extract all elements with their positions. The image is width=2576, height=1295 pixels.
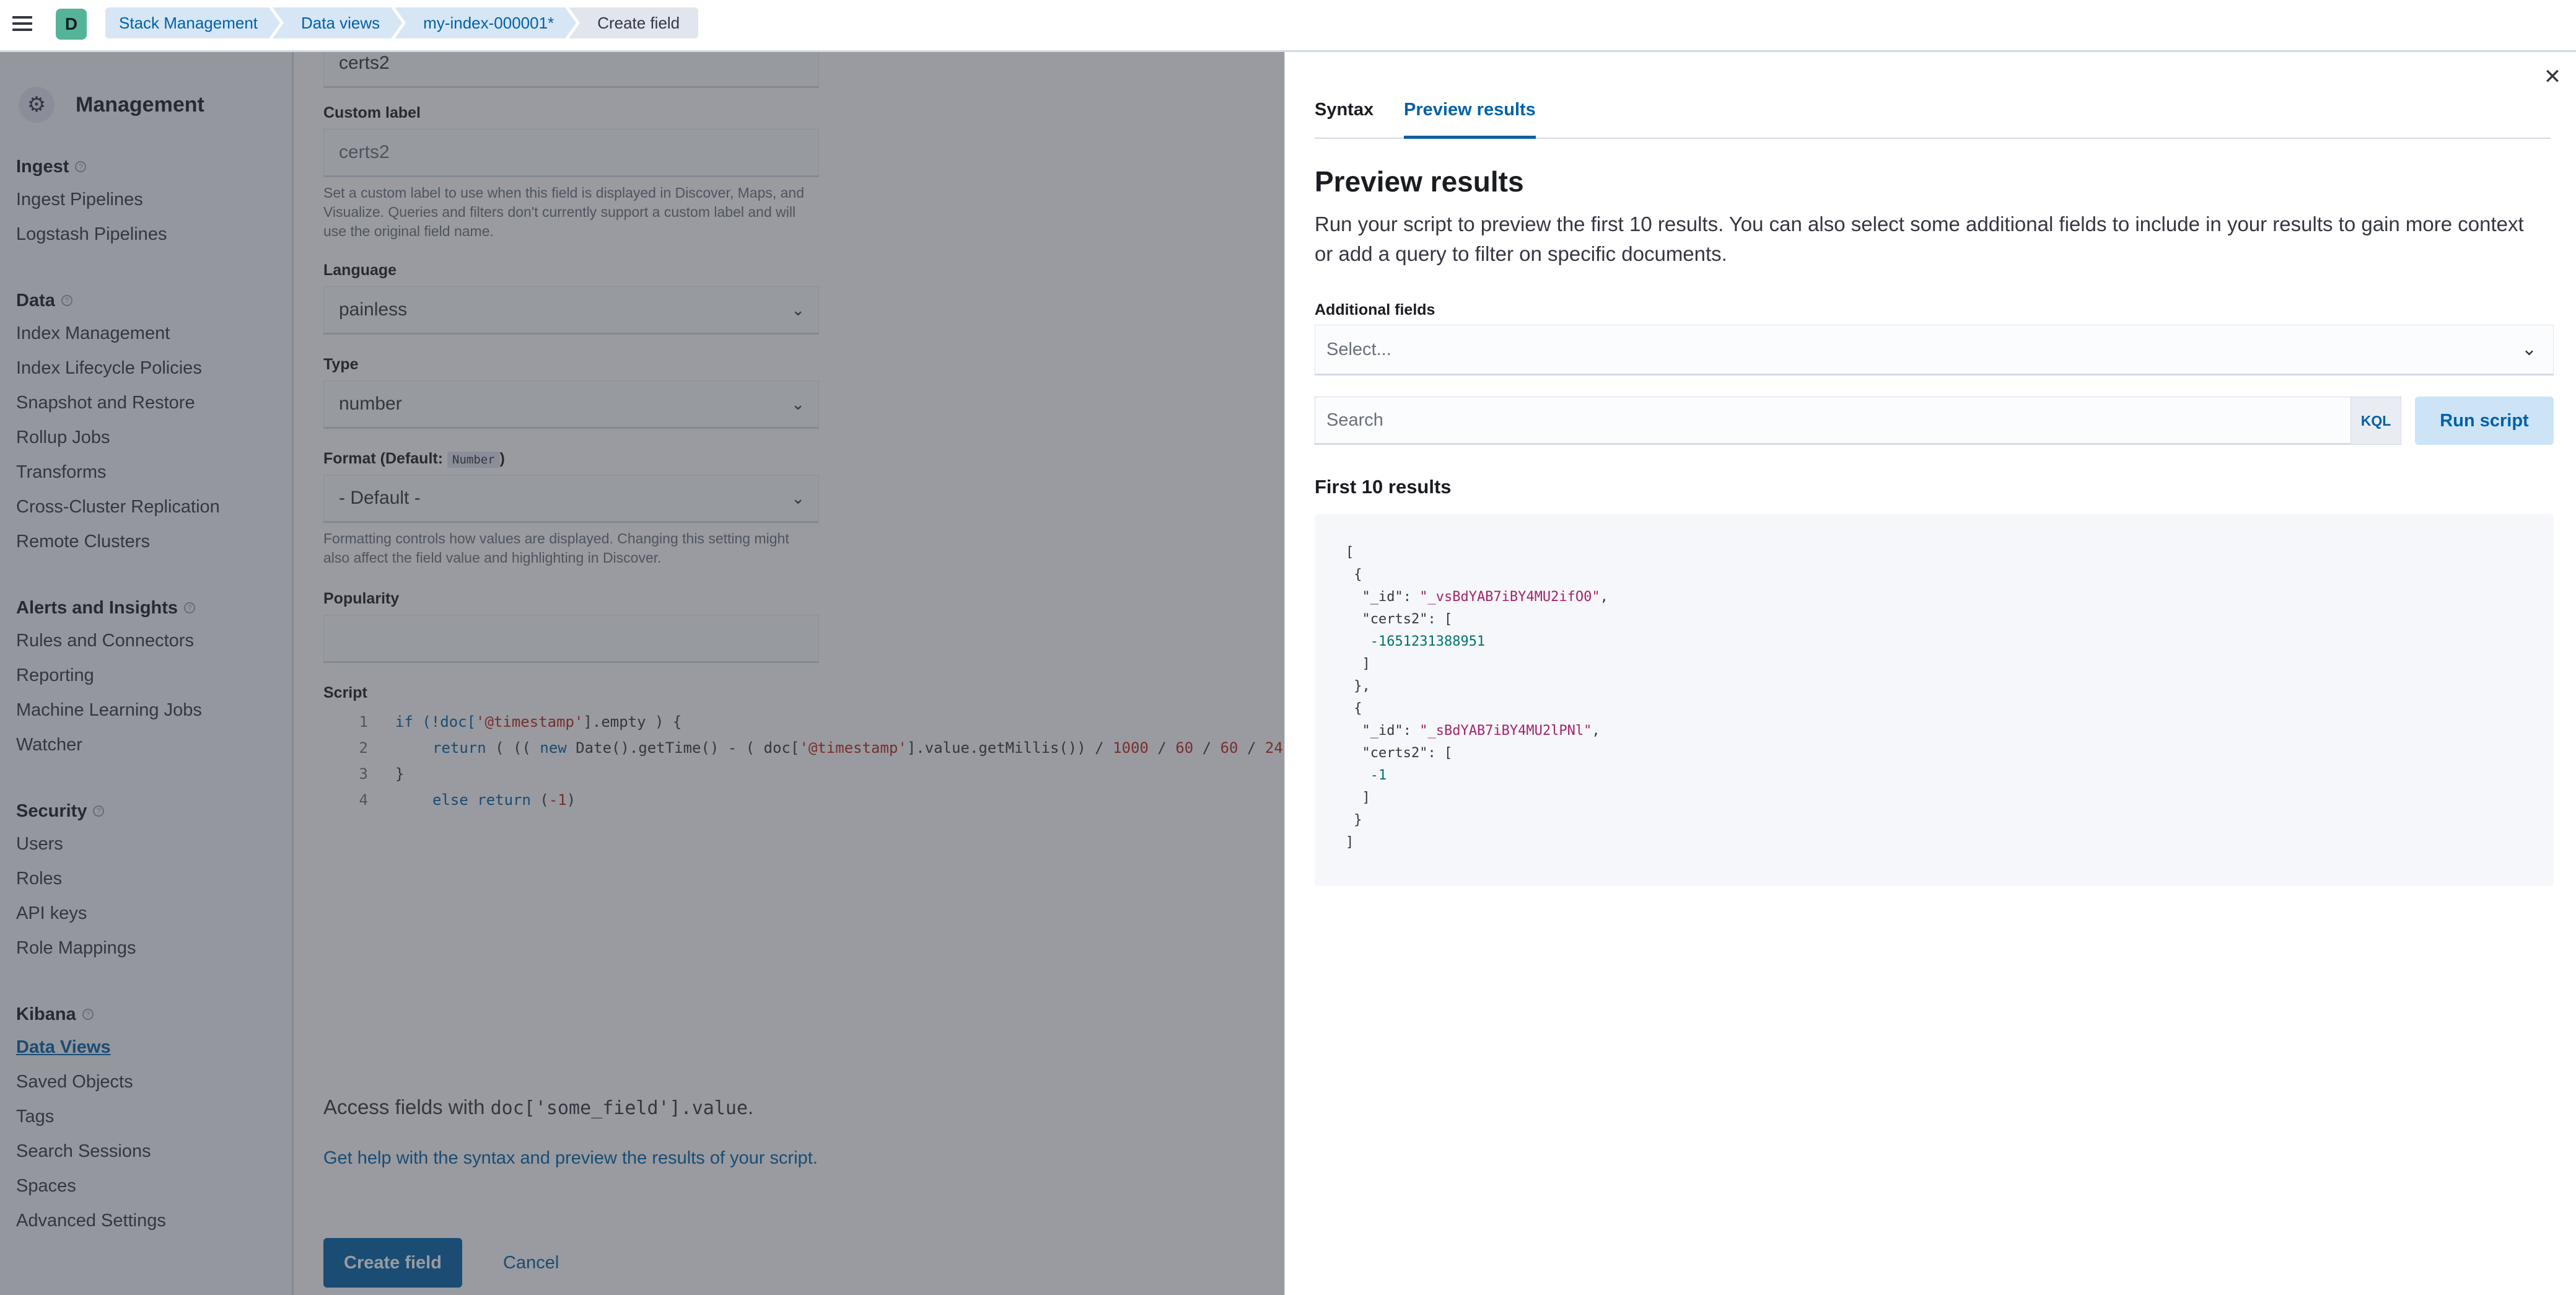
kql-toggle-button[interactable]: KQL <box>2350 397 2401 445</box>
additional-fields-label: Additional fields <box>1315 301 1435 318</box>
result-id: "_vsBdYAB7iBY4MU2ifO0" <box>1419 589 1600 605</box>
breadcrumb-data-views[interactable]: Data views <box>273 7 402 38</box>
additional-fields-select[interactable]: Select... ⌄ <box>1315 325 2554 375</box>
flyout-tabs: Syntax Preview results <box>1315 95 2551 139</box>
space-avatar[interactable]: D <box>56 9 87 40</box>
tab-syntax[interactable]: Syntax <box>1315 95 1373 139</box>
json-line: "certs2": [ <box>1346 612 1453 627</box>
json-line: "certs2": [ <box>1346 745 1453 761</box>
flyout-description: Run your script to preview the first 10 … <box>1315 213 2524 265</box>
result-value: -1651231388951 <box>1370 634 1486 649</box>
json-line: ] <box>1346 835 1354 850</box>
result-field-name: certs2 <box>1370 612 1420 627</box>
breadcrumb-index-pattern[interactable]: my-index-000001* <box>395 7 576 38</box>
search-input[interactable]: Search <box>1315 397 2358 445</box>
results-json: [ { "_id": "_vsBdYAB7iBY4MU2ifO0", "cert… <box>1315 514 2554 886</box>
json-line: ] <box>1346 790 1370 806</box>
json-line: } <box>1346 812 1362 828</box>
breadcrumb-create-field: Create field <box>569 7 699 38</box>
preview-flyout: ✕ Syntax Preview results Preview results… <box>1284 52 2576 1295</box>
menu-icon[interactable] <box>11 12 33 35</box>
flyout-overlay-mask[interactable] <box>0 52 1284 1295</box>
tab-preview-results[interactable]: Preview results <box>1404 95 1536 139</box>
result-id-value: _sBdYAB7iBY4MU2lPNl <box>1427 723 1584 739</box>
additional-fields-placeholder: Select... <box>1326 340 1391 359</box>
json-line: }, <box>1346 678 1370 694</box>
result-value: -1 <box>1370 768 1387 783</box>
json-line: "_id": "_sBdYAB7iBY4MU2lPNl", <box>1346 723 1600 739</box>
json-line: { <box>1346 701 1362 716</box>
flyout-title: Preview results <box>1315 165 1524 198</box>
json-line: ] <box>1346 656 1370 672</box>
json-line: [ <box>1346 545 1354 560</box>
json-line: "_id": "_vsBdYAB7iBY4MU2ifO0", <box>1346 589 1608 605</box>
results-title: First 10 results <box>1315 476 1452 498</box>
breadcrumb-stack-management[interactable]: Stack Management <box>105 7 280 38</box>
top-header: D Stack Management Data views my-index-0… <box>0 0 2576 52</box>
breadcrumb: Stack Management Data views my-index-000… <box>105 7 699 38</box>
json-line: -1651231388951 <box>1346 631 2554 653</box>
result-id: "_sBdYAB7iBY4MU2lPNl" <box>1419 723 1592 739</box>
result-id-value: _vsBdYAB7iBY4MU2ifO0 <box>1427 589 1592 605</box>
close-icon[interactable]: ✕ <box>2540 64 2565 89</box>
result-field-name: certs2 <box>1370 745 1420 761</box>
chevron-down-icon: ⌄ <box>2521 339 2537 359</box>
json-line: -1 <box>1346 765 2554 787</box>
json-line: { <box>1346 567 1362 582</box>
run-script-button[interactable]: Run script <box>2415 397 2554 445</box>
